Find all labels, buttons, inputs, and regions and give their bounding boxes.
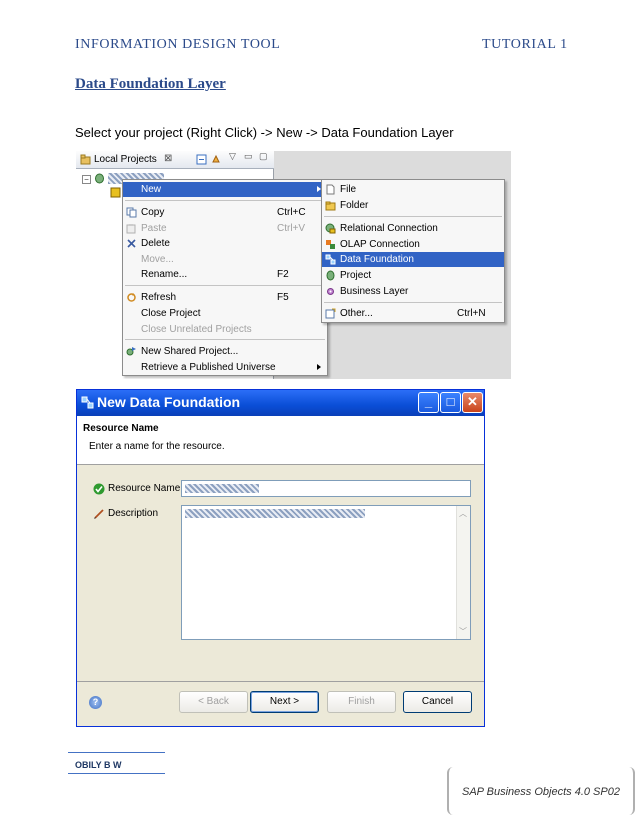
dialog-footer-divider <box>77 681 484 682</box>
paste-icon <box>126 224 136 234</box>
menu-item-delete[interactable]: Delete <box>123 236 327 251</box>
section-title: Data Foundation Layer <box>75 76 226 92</box>
menu-separator <box>324 216 502 217</box>
resource-name-value-redacted <box>185 484 259 493</box>
submenu-item-relational-connection[interactable]: Relational Connection <box>322 221 504 236</box>
collapse-all-icon[interactable] <box>196 154 207 165</box>
submenu-item-folder[interactable]: Folder <box>322 198 504 213</box>
submenu-item-other[interactable]: Other... Ctrl+N <box>322 306 504 321</box>
document-header-title: INFORMATION DESIGN TOOL <box>75 37 281 52</box>
description-textarea[interactable]: ︿ ﹀ <box>181 505 471 640</box>
finish-button[interactable]: Finish <box>327 691 396 713</box>
submenu-item-file[interactable]: File <box>322 182 504 197</box>
link-editor-icon[interactable] <box>211 154 222 165</box>
resource-name-input[interactable] <box>181 480 471 497</box>
relational-connection-icon <box>325 223 336 234</box>
menu-item-rename[interactable]: Rename... F2 <box>123 267 327 282</box>
maximize-view-icon[interactable]: ▢ <box>259 151 268 162</box>
menu-separator <box>125 285 325 286</box>
check-icon <box>93 483 105 495</box>
description-label: Description <box>108 508 159 519</box>
submenu-item-data-foundation[interactable]: Data Foundation <box>322 252 504 267</box>
delete-icon <box>127 239 136 248</box>
projects-icon <box>80 154 91 165</box>
document-header-tutorial: TUTORIAL 1 <box>482 37 568 52</box>
menu-item-paste[interactable]: Paste Ctrl+V <box>123 221 327 236</box>
menu-item-new-shared-project[interactable]: New Shared Project... <box>123 344 327 359</box>
data-foundation-icon <box>81 396 94 409</box>
dialog-titlebar[interactable]: New Data Foundation _ □ ✕ <box>77 390 484 416</box>
data-foundation-icon <box>325 254 336 265</box>
close-button[interactable]: ✕ <box>462 392 483 413</box>
tree-collapse-icon[interactable]: − <box>82 175 91 184</box>
menu-item-new[interactable]: New <box>123 182 327 197</box>
local-projects-tab[interactable]: Local Projects ⊠ ▽ ▭ ▢ <box>76 151 274 169</box>
minimize-icon: _ <box>424 394 433 409</box>
view-menu-icon[interactable]: ▽ <box>229 151 236 162</box>
submenu-item-olap-connection[interactable]: OLAP Connection <box>322 237 504 252</box>
shared-project-icon <box>126 347 136 356</box>
project-icon <box>326 270 335 281</box>
instruction-text: Select your project (Right Click) -> New… <box>75 125 454 140</box>
minimize-view-icon[interactable]: ▭ <box>244 151 253 162</box>
menu-item-close-unrelated-projects[interactable]: Close Unrelated Projects <box>123 322 327 337</box>
resource-name-label: Resource Name <box>108 483 181 494</box>
next-button[interactable]: Next > <box>250 691 319 713</box>
scroll-up-icon[interactable]: ︿ <box>459 508 467 519</box>
submenu-item-business-layer[interactable]: Business Layer <box>322 284 504 299</box>
business-layer-icon <box>327 288 334 295</box>
menu-item-retrieve-published-universe[interactable]: Retrieve a Published Universe <box>123 360 327 375</box>
pencil-icon <box>94 509 104 519</box>
close-icon: ✕ <box>467 394 478 409</box>
footer-product-version: SAP Business Objects 4.0 SP02 <box>462 786 620 798</box>
refresh-icon <box>127 293 136 302</box>
back-button[interactable]: < Back <box>179 691 248 713</box>
maximize-icon: □ <box>446 394 455 409</box>
new-data-foundation-dialog: New Data Foundation _ □ ✕ Resource Name … <box>76 389 485 727</box>
folder-icon <box>325 201 336 211</box>
maximize-button[interactable]: □ <box>440 392 461 413</box>
banner-heading: Resource Name <box>83 423 159 434</box>
new-submenu: File Folder Relational Connection OLAP C… <box>321 179 505 323</box>
submenu-item-project[interactable]: Project <box>322 268 504 283</box>
cancel-button[interactable]: Cancel <box>403 691 472 713</box>
description-value-redacted <box>185 509 365 518</box>
project-node-icon <box>95 173 104 184</box>
menu-item-copy[interactable]: Copy Ctrl+C <box>123 205 327 220</box>
other-icon <box>325 308 336 319</box>
banner-text: Enter a name for the resource. <box>89 441 225 452</box>
olap-connection-icon <box>326 240 335 249</box>
author-name: OBILY B W <box>75 760 122 770</box>
minimize-button[interactable]: _ <box>418 392 439 413</box>
wizard-banner: Resource Name Enter a name for the resou… <box>77 416 484 465</box>
file-icon <box>326 184 335 195</box>
local-projects-label: Local Projects <box>94 154 157 165</box>
help-icon[interactable]: ? <box>89 696 102 709</box>
dialog-title: New Data Foundation <box>97 394 241 410</box>
menu-separator <box>324 302 502 303</box>
author-rule-top <box>68 752 165 753</box>
context-menu-screenshot: Local Projects ⊠ ▽ ▭ ▢ − New Copy Ctrl+C… <box>76 151 511 379</box>
menu-separator <box>125 339 325 340</box>
menu-item-refresh[interactable]: Refresh F5 <box>123 290 327 305</box>
menu-item-move[interactable]: Move... <box>123 252 327 267</box>
menu-item-close-project[interactable]: Close Project <box>123 306 327 321</box>
context-menu: New Copy Ctrl+C Paste Ctrl+V Delete Move… <box>122 179 328 376</box>
connection-node-icon <box>110 187 121 198</box>
close-tab-icon[interactable]: ⊠ <box>164 153 172 164</box>
submenu-arrow-icon <box>317 364 321 370</box>
author-rule-bottom <box>68 773 165 774</box>
scroll-down-icon[interactable]: ﹀ <box>459 626 467 637</box>
menu-separator <box>125 200 325 201</box>
description-scrollbar[interactable]: ︿ ﹀ <box>456 506 470 639</box>
copy-icon <box>126 207 137 218</box>
